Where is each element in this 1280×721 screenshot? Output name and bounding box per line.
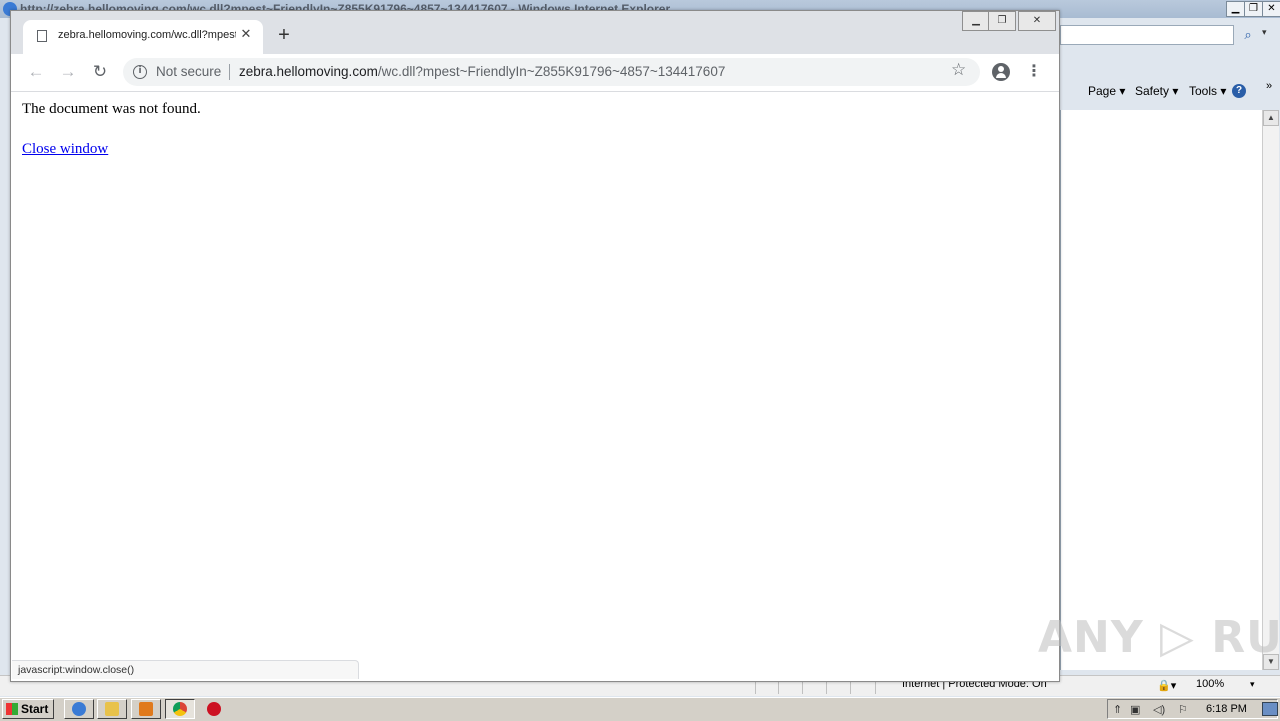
start-button[interactable]: Start bbox=[2, 699, 54, 719]
taskbar-opera-button[interactable] bbox=[199, 699, 229, 719]
ie-search-dropdown-icon[interactable]: ▾ bbox=[1262, 27, 1267, 38]
ie-icon bbox=[72, 702, 86, 716]
taskbar: Start ⇑ ▣ ◁) ⚐ 6:18 PM bbox=[0, 697, 1280, 721]
ie-close-button[interactable]: ✕ bbox=[1262, 1, 1280, 17]
folder-icon bbox=[105, 702, 119, 716]
tab-active[interactable]: zebra.hellomoving.com/wc.dll?mpest~Frien… bbox=[23, 20, 263, 54]
info-icon[interactable]: i bbox=[133, 65, 147, 79]
ie-restore-button[interactable]: ❐ bbox=[1244, 1, 1263, 17]
ie-vertical-scrollbar[interactable]: ▲ ▼ bbox=[1262, 110, 1279, 670]
taskbar-media-button[interactable] bbox=[131, 699, 161, 719]
windows-logo-icon bbox=[6, 703, 18, 715]
tab-title: zebra.hellomoving.com/wc.dll?mpest~Frien… bbox=[58, 29, 236, 41]
ie-zoom-dropdown-icon[interactable]: ▾ bbox=[1250, 679, 1255, 690]
url-divider bbox=[229, 64, 230, 80]
tab-close-icon[interactable]: ✕ bbox=[238, 26, 254, 42]
ie-cmd-page[interactable]: Page ▾ bbox=[1088, 84, 1125, 98]
flag-icon[interactable]: ⚐ bbox=[1178, 703, 1188, 716]
minimize-button[interactable]: ▁ bbox=[962, 11, 990, 31]
watermark-logo: ANY ▷ RUN bbox=[1038, 612, 1280, 663]
chrome-icon bbox=[173, 702, 187, 716]
show-desktop-icon[interactable] bbox=[1262, 702, 1278, 716]
url-path: /wc.dll?mpest~FriendlyIn~Z855K91796~4857… bbox=[377, 64, 726, 79]
start-label: Start bbox=[21, 702, 49, 716]
ie-cmd-tools[interactable]: Tools ▾ bbox=[1189, 84, 1226, 98]
taskbar-ie-button[interactable] bbox=[64, 699, 94, 719]
ie-overflow-icon[interactable]: » bbox=[1266, 80, 1272, 92]
error-message: The document was not found. bbox=[22, 101, 201, 117]
bookmark-star-icon[interactable]: ☆ bbox=[951, 60, 966, 80]
tray-expand-icon[interactable]: ⇑ bbox=[1113, 703, 1122, 716]
browser-toolbar: ← → ↻ i Not secure zebra.hellomoving.com… bbox=[11, 54, 1059, 92]
ie-minimize-button[interactable]: ▁ bbox=[1226, 1, 1245, 17]
clock[interactable]: 6:18 PM bbox=[1206, 703, 1247, 715]
network-icon[interactable]: ▣ bbox=[1130, 703, 1140, 716]
address-bar[interactable]: i Not secure zebra.hellomoving.com/wc.dl… bbox=[123, 58, 980, 86]
ie-content-area bbox=[1060, 110, 1263, 670]
scroll-up-icon[interactable]: ▲ bbox=[1263, 110, 1279, 126]
ie-cmd-safety[interactable]: Safety ▾ bbox=[1135, 84, 1178, 98]
ie-protected-mode-icon[interactable]: 🔒▾ bbox=[1157, 679, 1176, 692]
kebab-menu-icon[interactable]: ⋮ bbox=[1024, 62, 1044, 82]
chrome-window: zebra.hellomoving.com/wc.dll?mpest~Frien… bbox=[10, 10, 1060, 682]
ie-search-icon[interactable]: ⌕ bbox=[1238, 25, 1258, 44]
system-tray: ⇑ ▣ ◁) ⚐ 6:18 PM bbox=[1107, 699, 1278, 719]
url-host: zebra.hellomoving.com bbox=[239, 64, 378, 79]
ie-search-input[interactable] bbox=[1060, 25, 1234, 45]
taskbar-explorer-button[interactable] bbox=[97, 699, 127, 719]
close-window-link[interactable]: Close window bbox=[22, 141, 108, 158]
reload-icon[interactable]: ↻ bbox=[88, 60, 112, 84]
account-icon[interactable] bbox=[992, 63, 1010, 81]
page-content: The document was not found. Close window bbox=[11, 92, 1059, 681]
tab-strip: zebra.hellomoving.com/wc.dll?mpest~Frien… bbox=[11, 11, 1059, 54]
opera-icon bbox=[207, 702, 221, 716]
new-tab-button[interactable]: + bbox=[274, 25, 294, 45]
restore-button[interactable]: ❐ bbox=[988, 11, 1016, 31]
forward-arrow-icon[interactable]: → bbox=[56, 60, 80, 84]
page-document-icon bbox=[37, 30, 47, 42]
link-status-bubble: javascript:window.close() bbox=[12, 660, 359, 679]
ie-help-icon[interactable]: ? bbox=[1232, 84, 1246, 98]
security-label[interactable]: Not secure bbox=[156, 64, 221, 79]
ie-zoom-level[interactable]: 100% bbox=[1196, 678, 1224, 690]
close-window-button[interactable]: ✕ bbox=[1018, 11, 1056, 31]
volume-icon[interactable]: ◁) bbox=[1153, 703, 1165, 716]
back-arrow-icon[interactable]: ← bbox=[24, 60, 48, 84]
taskbar-chrome-button[interactable] bbox=[165, 699, 195, 719]
media-player-icon bbox=[139, 702, 153, 716]
url-text[interactable]: zebra.hellomoving.com/wc.dll?mpest~Frien… bbox=[239, 64, 725, 79]
